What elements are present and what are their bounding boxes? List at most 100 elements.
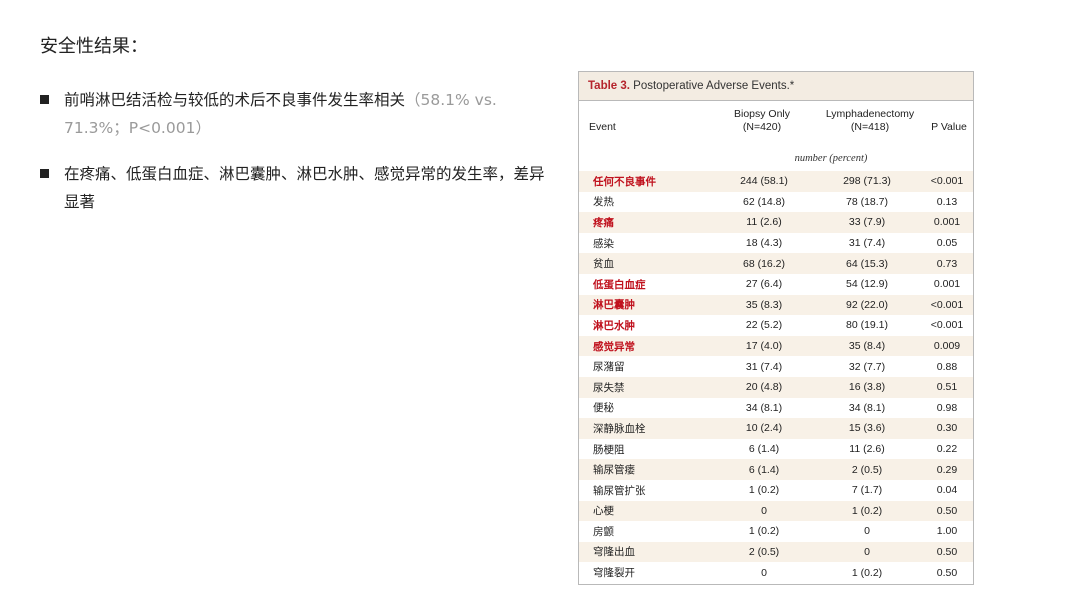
bullet-item: 在疼痛、低蛋白血症、淋巴囊肿、淋巴水肿、感觉异常的发生率，差异显著 — [40, 160, 560, 216]
lymph-cell: 0 — [864, 525, 870, 538]
header-lymph-n: (N=418) — [850, 121, 890, 133]
event-cell: 尿潴留 — [593, 361, 625, 374]
biopsy-cell: 17 (4.0) — [745, 340, 783, 353]
biopsy-cell: 68 (16.2) — [742, 257, 786, 270]
biopsy-cell: 244 (58.1) — [740, 175, 788, 188]
p-value-cell: <0.001 — [930, 175, 964, 188]
event-cell: 疼痛 — [593, 216, 614, 229]
biopsy-cell: 1 (0.2) — [748, 484, 780, 497]
lymph-cell: 34 (8.1) — [848, 401, 886, 414]
biopsy-cell: 0 — [761, 566, 767, 579]
p-value-cell: 0.30 — [936, 422, 958, 435]
bullet-item: 前哨淋巴结活检与较低的术后不良事件发生率相关（58.1% vs. 71.3%；P… — [40, 86, 560, 142]
table-row: 感染 18 (4.3) 31 (7.4) 0.05 — [579, 233, 973, 254]
p-value-cell: 0.29 — [936, 463, 958, 476]
lymph-cell: 31 (7.4) — [848, 237, 886, 250]
p-value-cell: 0.04 — [936, 484, 958, 497]
table-row: 感觉异常 17 (4.0) 35 (8.4) 0.009 — [579, 335, 973, 357]
p-value-cell: 0.88 — [936, 360, 958, 373]
event-cell: 肠梗阻 — [593, 443, 625, 456]
p-value-cell: 0.001 — [933, 278, 961, 291]
header-lymph: Lymphadenectomy (N=418) — [815, 108, 925, 134]
lymph-cell: 54 (12.9) — [845, 278, 889, 291]
table-row: 尿失禁 20 (4.8) 16 (3.8) 0.51 — [579, 376, 973, 398]
header-p-value: P Value — [931, 121, 967, 133]
table-row: 穹隆裂开 0 1 (0.2) 0.50 — [579, 562, 973, 583]
biopsy-cell: 6 (1.4) — [748, 443, 780, 456]
event-cell: 感觉异常 — [593, 340, 635, 353]
event-cell: 贫血 — [593, 258, 614, 271]
event-cell: 穹隆裂开 — [593, 567, 635, 580]
p-value-cell: 0.73 — [936, 257, 958, 270]
table-row: 发热 62 (14.8) 78 (18.7) 0.13 — [579, 192, 973, 213]
table-row: 房颤 1 (0.2) 0 1.00 — [579, 521, 973, 542]
lymph-cell: 1 (0.2) — [851, 566, 883, 579]
table-body: 任何不良事件 244 (58.1) 298 (71.3) <0.001 发热 62 (14… — [579, 171, 973, 583]
biopsy-cell: 31 (7.4) — [745, 360, 783, 373]
table-row: 任何不良事件 244 (58.1) 298 (71.3) <0.001 — [579, 171, 973, 192]
biopsy-cell: 22 (5.2) — [745, 319, 783, 332]
p-value-cell: 0.51 — [936, 381, 958, 394]
table-caption: Postoperative Adverse Events.* — [629, 80, 795, 92]
event-cell: 发热 — [593, 196, 614, 209]
p-value-cell: 0.009 — [933, 340, 961, 353]
header-event: Event — [589, 121, 616, 133]
table-row: 淋巴水肿 22 (5.2) 80 (19.1) <0.001 — [579, 315, 973, 336]
table-row: 穹隆出血 2 (0.5) 0 0.50 — [579, 541, 973, 563]
table-row: 深静脉血栓 10 (2.4) 15 (3.6) 0.30 — [579, 418, 973, 439]
biopsy-cell: 34 (8.1) — [745, 401, 783, 414]
p-value-cell: 0.50 — [936, 545, 958, 558]
event-cell: 房颤 — [593, 525, 614, 538]
event-cell: 深静脉血栓 — [593, 422, 646, 435]
biopsy-cell: 20 (4.8) — [745, 381, 783, 394]
biopsy-cell: 62 (14.8) — [742, 195, 786, 208]
event-cell: 穹隆出血 — [593, 546, 635, 559]
table-title: Table 3. Postoperative Adverse Events.* — [579, 72, 973, 101]
lymph-cell: 92 (22.0) — [845, 298, 889, 311]
header-lymph-label: Lymphadenectomy — [825, 108, 915, 120]
biopsy-cell: 27 (6.4) — [745, 278, 783, 291]
p-value-cell: <0.001 — [930, 298, 964, 311]
p-value-cell: 0.50 — [936, 566, 958, 579]
lymph-cell: 78 (18.7) — [845, 195, 889, 208]
event-cell: 淋巴水肿 — [593, 319, 635, 332]
table-unit: number (percent) — [794, 153, 868, 164]
lymph-cell: 80 (19.1) — [845, 319, 889, 332]
biopsy-cell: 0 — [761, 504, 767, 517]
event-cell: 低蛋白血症 — [593, 278, 646, 291]
header-biopsy: Biopsy Only (N=420) — [717, 108, 807, 134]
p-value-cell: 0.98 — [936, 401, 958, 414]
lymph-cell: 0 — [864, 545, 870, 558]
bullet-main-text: 在疼痛、低蛋白血症、淋巴囊肿、淋巴水肿、感觉异常的发生率，差异显著 — [64, 165, 545, 211]
biopsy-cell: 2 (0.5) — [748, 545, 780, 558]
square-bullet-icon — [40, 95, 49, 104]
header-biopsy-n: (N=420) — [742, 121, 782, 133]
biopsy-cell: 18 (4.3) — [745, 237, 783, 250]
bullet-text: 在疼痛、低蛋白血症、淋巴囊肿、淋巴水肿、感觉异常的发生率，差异显著 — [64, 160, 554, 216]
biopsy-cell: 35 (8.3) — [745, 298, 783, 311]
event-cell: 任何不良事件 — [593, 175, 656, 188]
p-value-cell: 0.22 — [936, 443, 958, 456]
table-row: 输尿管瘘 6 (1.4) 2 (0.5) 0.29 — [579, 459, 973, 480]
lymph-cell: 64 (15.3) — [845, 257, 889, 270]
p-value-cell: <0.001 — [930, 319, 964, 332]
p-value-cell: 0.001 — [933, 216, 961, 229]
adverse-events-table: Table 3. Postoperative Adverse Events.* … — [578, 71, 974, 585]
table-row: 疼痛 11 (2.6) 33 (7.9) 0.001 — [579, 212, 973, 233]
event-cell: 输尿管瘘 — [593, 464, 635, 477]
page-title: 安全性结果： — [40, 36, 148, 57]
lymph-cell: 35 (8.4) — [848, 340, 886, 353]
table-row: 便秘 34 (8.1) 34 (8.1) 0.98 — [579, 398, 973, 419]
bullet-list: 前哨淋巴结活检与较低的术后不良事件发生率相关（58.1% vs. 71.3%；P… — [40, 86, 560, 234]
square-bullet-icon — [40, 169, 49, 178]
lymph-cell: 33 (7.9) — [848, 216, 886, 229]
p-value-cell: 0.13 — [936, 195, 958, 208]
table-row: 贫血 68 (16.2) 64 (15.3) 0.73 — [579, 253, 973, 274]
biopsy-cell: 6 (1.4) — [748, 463, 780, 476]
biopsy-cell: 10 (2.4) — [745, 422, 783, 435]
bullet-text: 前哨淋巴结活检与较低的术后不良事件发生率相关（58.1% vs. 71.3%；P… — [64, 86, 554, 142]
table-row: 尿潴留 31 (7.4) 32 (7.7) 0.88 — [579, 356, 973, 377]
table-row: 肠梗阻 6 (1.4) 11 (2.6) 0.22 — [579, 439, 973, 460]
table-header: Event Biopsy Only (N=420) Lymphadenectom… — [579, 101, 973, 147]
bullet-main-text: 前哨淋巴结活检与较低的术后不良事件发生率相关 — [64, 91, 406, 109]
